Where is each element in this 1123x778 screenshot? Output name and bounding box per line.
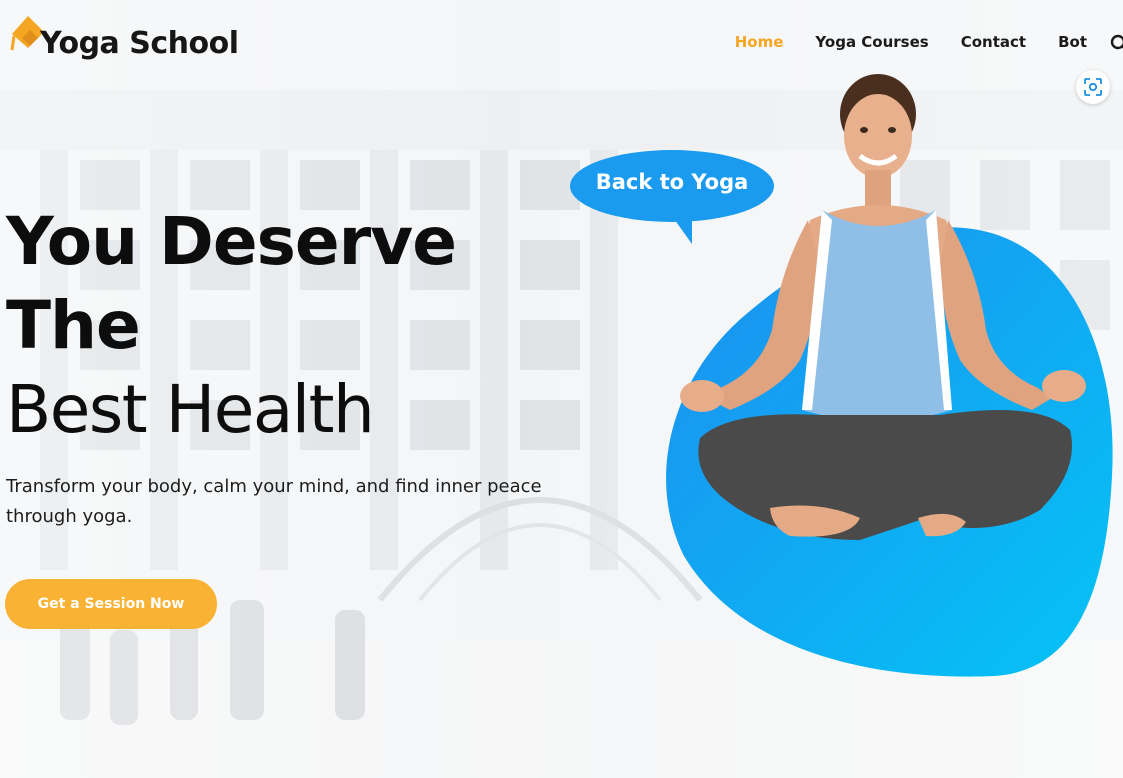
- nav-yoga-courses[interactable]: Yoga Courses: [815, 33, 928, 51]
- logo-text: Yoga School: [40, 26, 239, 61]
- hero-heading: You Deserve The Best Health: [6, 200, 606, 452]
- nav-contact[interactable]: Contact: [961, 33, 1026, 51]
- hero-line-1: You Deserve: [6, 203, 457, 280]
- get-session-button[interactable]: Get a Session Now: [5, 579, 217, 629]
- nav-home[interactable]: Home: [735, 33, 784, 51]
- nav-bot[interactable]: Bot: [1058, 33, 1087, 51]
- main-nav: Home Yoga Courses Contact Bot: [703, 30, 1123, 54]
- logo[interactable]: Yoga School: [6, 6, 246, 66]
- search-icon[interactable]: [1109, 32, 1123, 52]
- hero-subtitle: Transform your body, calm your mind, and…: [6, 476, 542, 527]
- yoga-woman-image: [680, 74, 1086, 540]
- hero-line-2: The: [6, 287, 141, 364]
- hero-line-3: Best Health: [6, 371, 375, 448]
